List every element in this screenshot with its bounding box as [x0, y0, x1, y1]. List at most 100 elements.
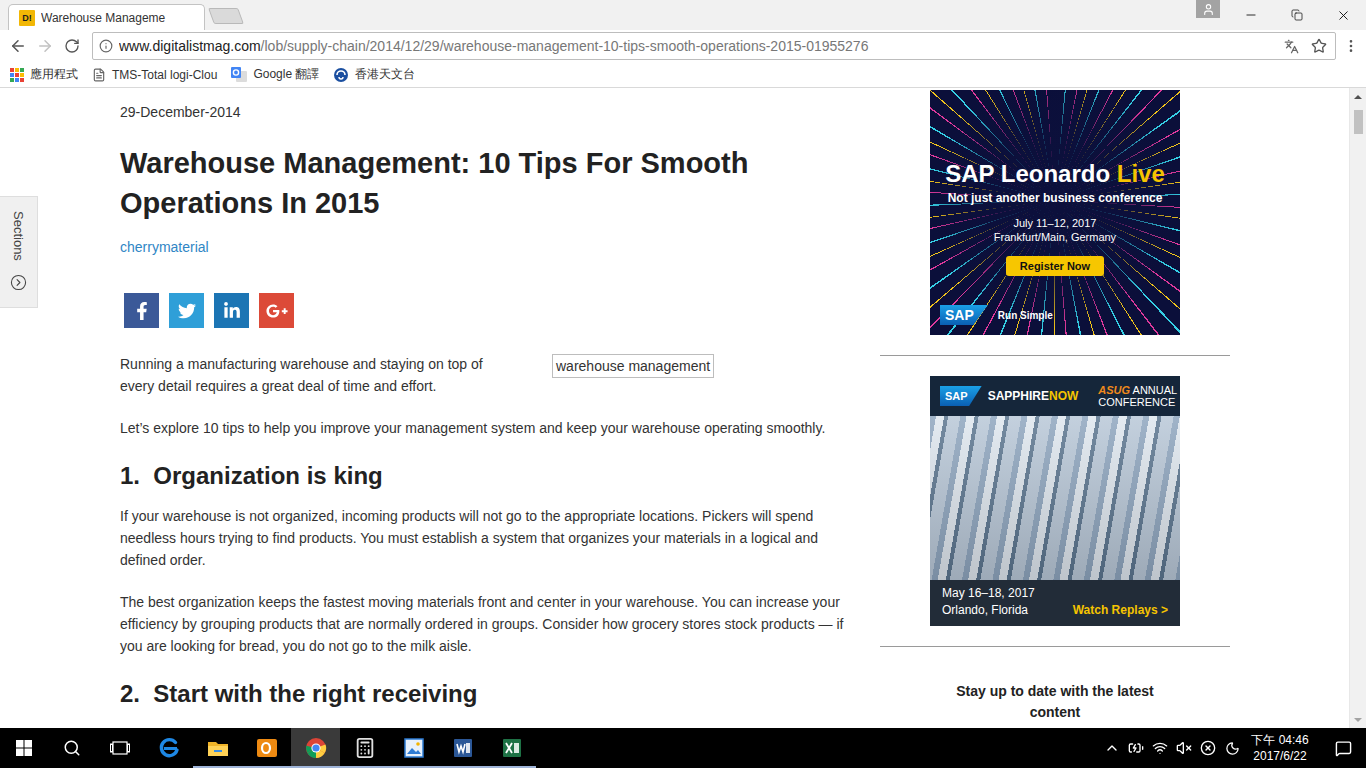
scroll-up-button[interactable]: [1350, 88, 1366, 105]
address-bar[interactable]: www.digitalistmag.com/lob/supply-chain/2…: [92, 32, 1336, 60]
windows-icon: [16, 740, 32, 756]
share-button[interactable]: [259, 293, 294, 328]
word-icon: [451, 736, 475, 760]
taskbar-app[interactable]: [144, 728, 193, 768]
page-content: Sections 29-December-2014Warehouse Manage…: [0, 88, 1366, 728]
taskbar-app[interactable]: [389, 728, 438, 768]
close-button[interactable]: [1320, 0, 1366, 30]
minimize-button[interactable]: [1228, 0, 1274, 30]
article-title: Warehouse Management: 10 Tips For Smooth…: [120, 143, 850, 223]
ad-footer: May 16–18, 2017Orlando, Florida Watch Rep…: [930, 580, 1180, 626]
ad-brand: SAPPHIRENOW: [988, 389, 1079, 403]
chevron-up-icon: [1104, 740, 1120, 756]
reload-button[interactable]: [58, 32, 85, 60]
conference-ad[interactable]: SAP Leonardo Live Not just another busine…: [930, 90, 1180, 335]
googleplus-icon: [266, 300, 288, 322]
clock[interactable]: 下午 04:462017/6/22: [1248, 732, 1312, 764]
menu-icon: [1343, 38, 1359, 54]
volume-muted-icon: [1176, 740, 1192, 756]
bookmark[interactable]: Google 翻譯: [231, 66, 319, 83]
scroll-thumb[interactable]: [1354, 110, 1363, 134]
search-button[interactable]: [48, 728, 96, 768]
article: 29-December-2014Warehouse Management: 10…: [120, 88, 850, 728]
translate-icon: [231, 67, 247, 83]
tray-app[interactable]: [1220, 741, 1244, 756]
battery-status[interactable]: [1124, 740, 1148, 756]
calculator-icon: [354, 737, 376, 759]
bookmarks-bar: 應用程式 TMS-Total logi-Clou Google 翻譯香港天文台: [0, 62, 1366, 88]
tab-title: Warehouse Manageme: [41, 11, 194, 25]
user-icon: [1202, 3, 1215, 16]
taskbar-app[interactable]: [438, 728, 487, 768]
moon-icon: [1225, 741, 1240, 756]
info-icon: [99, 39, 113, 53]
scroll-down-button[interactable]: [1350, 711, 1366, 728]
bookmark[interactable]: 應用程式: [10, 66, 78, 83]
twitter-icon: [178, 302, 196, 320]
tray-app[interactable]: [1196, 740, 1220, 756]
reload-icon: [64, 38, 80, 54]
favicon-icon: D!: [19, 10, 35, 26]
paragraph: Running a manufacturing warehouse and st…: [120, 353, 500, 397]
network-status[interactable]: [1148, 740, 1172, 756]
author-link[interactable]: cherrymaterial: [120, 237, 850, 257]
notifications-button[interactable]: [1320, 740, 1366, 757]
share-button[interactable]: [214, 293, 249, 328]
bookmark-star[interactable]: [1311, 38, 1327, 54]
register-button[interactable]: Register Now: [1006, 256, 1104, 276]
bookmark[interactable]: 香港天文台: [333, 66, 415, 83]
taskbar-app[interactable]: [487, 728, 536, 768]
share-button[interactable]: [169, 293, 204, 328]
ad-title: SAP Leonardo Live: [945, 160, 1165, 188]
ad-dates: May 16–18, 2017: [942, 585, 1168, 602]
task-view-button[interactable]: [96, 728, 144, 768]
linkedin-icon: [223, 302, 241, 320]
taskbar-app[interactable]: [291, 728, 340, 768]
page-icon: [92, 68, 106, 82]
photo-icon: [402, 736, 426, 760]
close-icon: [1336, 8, 1351, 23]
edge-icon: [157, 736, 181, 760]
restore-button[interactable]: [1274, 0, 1320, 30]
share-button[interactable]: [124, 293, 159, 328]
ad-dates: July 11–12, 2017: [1014, 216, 1097, 230]
menu-button[interactable]: [1336, 32, 1366, 60]
chrome-icon: [304, 736, 328, 760]
battery-icon: [1128, 740, 1144, 756]
conference-ad[interactable]: SAPSAPPHIRENOWASUG ANNUALCONFERENCEMay 1…: [930, 376, 1180, 626]
section-heading: 2. Start with the right receiving: [120, 678, 850, 710]
scrollbar[interactable]: [1349, 88, 1366, 728]
clock-time: 下午 04:46: [1251, 732, 1308, 748]
bookmark[interactable]: TMS-Total logi-Clou: [92, 68, 217, 82]
start-button[interactable]: [0, 728, 48, 768]
forward-button[interactable]: [31, 32, 58, 60]
new-tab-button[interactable]: [208, 8, 244, 24]
taskbar-app[interactable]: [242, 728, 291, 768]
section-heading: 1. Organization is king: [120, 460, 850, 492]
browser-tab[interactable]: D! Warehouse Manageme: [8, 4, 205, 30]
x-circle-icon: [1200, 740, 1216, 756]
paragraph: If your warehouse is not organized, inco…: [120, 505, 850, 571]
sidebar: SAP Leonardo Live Not just another busine…: [880, 88, 1230, 728]
translate-button[interactable]: [1284, 39, 1299, 54]
paragraph: Let’s explore 10 tips to help you improv…: [120, 417, 850, 439]
excel-icon: [500, 736, 524, 760]
system-tray: 下午 04:462017/6/22: [1100, 728, 1366, 768]
explorer-icon: [206, 736, 230, 760]
ad-place: Orlando, Florida: [942, 602, 1028, 619]
ad-subtitle: Not just another business conference: [948, 190, 1163, 206]
task-view-icon: [110, 740, 130, 756]
tray-overflow[interactable]: [1100, 740, 1124, 756]
wifi-icon: [1152, 740, 1168, 756]
profile-button[interactable]: [1196, 0, 1220, 18]
observatory-icon: [333, 67, 349, 83]
sections-tab[interactable]: Sections: [0, 196, 38, 308]
tab-strip: D! Warehouse Manageme: [0, 0, 1366, 30]
taskbar-app[interactable]: [193, 728, 242, 768]
volume-status[interactable]: [1172, 740, 1196, 756]
back-button[interactable]: [4, 32, 31, 60]
subscribe-heading: Stay up to date with the latest content: [955, 681, 1155, 723]
browser-window: D! Warehouse Manageme www.digitalistmag.co…: [0, 0, 1366, 768]
taskbar-app[interactable]: [340, 728, 389, 768]
replay-link[interactable]: Watch Replays >: [1073, 602, 1168, 619]
